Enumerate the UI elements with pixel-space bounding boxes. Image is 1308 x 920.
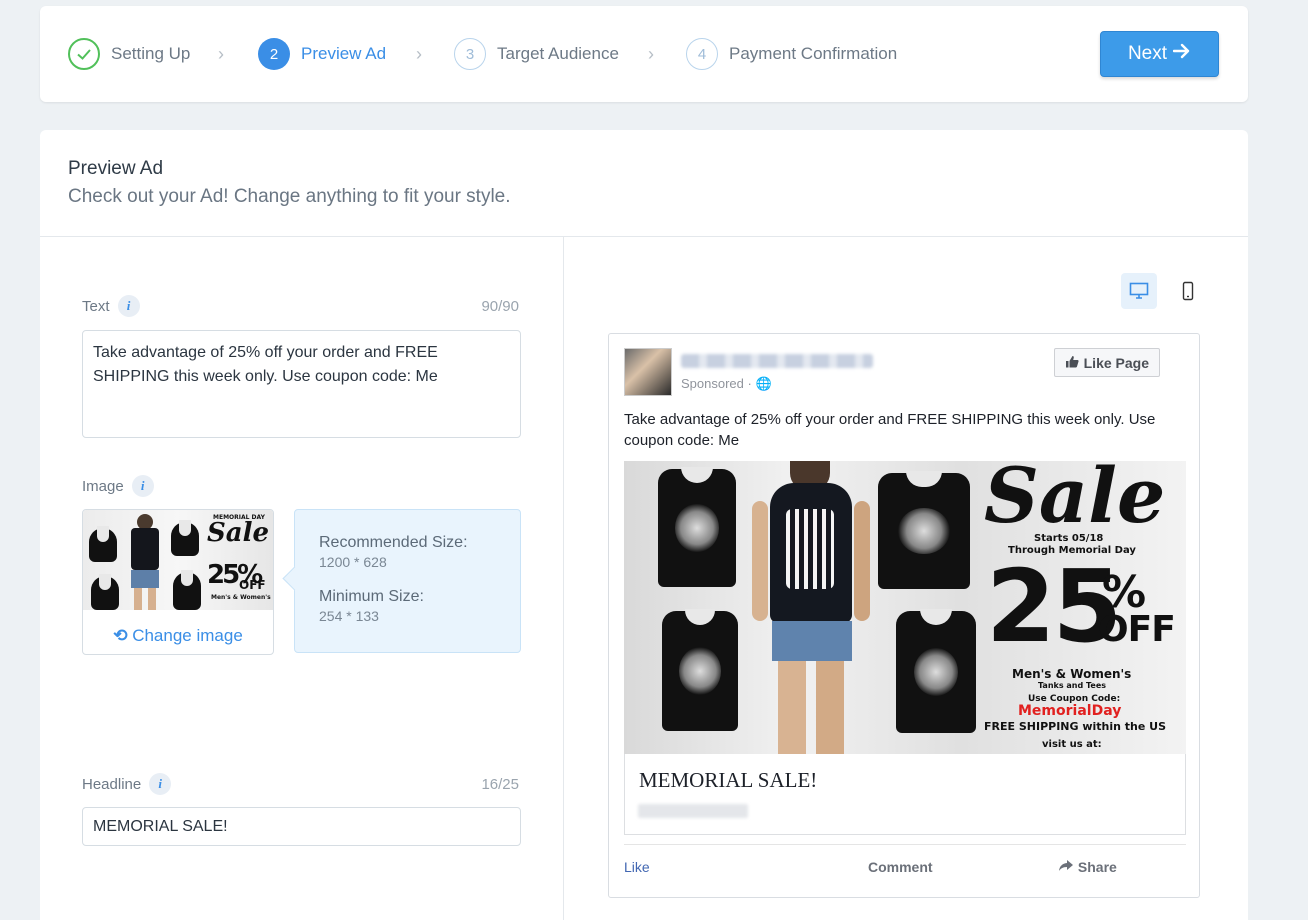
ad-link-box[interactable]: MEMORIAL SALE! xyxy=(624,754,1186,835)
ad-image-thumbnail: MEMORIAL DAY Sale 25% OFF Men's & Women'… xyxy=(83,510,273,610)
preview-ad-panel: Preview Ad Check out your Ad! Change any… xyxy=(40,130,1248,920)
step-preview-ad[interactable]: 2 Preview Ad xyxy=(258,38,386,70)
desktop-view-toggle[interactable] xyxy=(1121,273,1157,309)
like-page-button[interactable]: Like Page xyxy=(1053,348,1160,377)
chevron-right-icon: › xyxy=(218,44,224,64)
headline-input[interactable]: MEMORIAL SALE! xyxy=(82,807,521,846)
sale-text: Sale xyxy=(984,461,1166,540)
thumb-mens-text: Men's & Women's xyxy=(211,594,271,601)
ad-url-blurred xyxy=(638,804,748,818)
arrow-right-icon xyxy=(1172,43,1191,65)
step-number: 3 xyxy=(454,38,486,70)
next-button[interactable]: Next xyxy=(1100,31,1219,77)
mens-womens-text: Men's & Women's xyxy=(1012,667,1132,681)
page-name-blurred xyxy=(681,354,873,368)
recommended-size-value: 1200 * 628 xyxy=(319,554,387,570)
share-icon xyxy=(1058,859,1078,875)
image-label: Image xyxy=(82,477,124,495)
facebook-ad-preview: Sponsored · 🌐 Like Page Take advantage o… xyxy=(608,333,1200,898)
info-icon[interactable]: i xyxy=(149,773,172,795)
like-action[interactable]: Like xyxy=(624,859,650,875)
sponsored-text: Sponsored · xyxy=(681,376,756,391)
change-image-label: Change image xyxy=(132,626,243,645)
step-label: Target Audience xyxy=(497,44,619,63)
globe-icon: 🌐 xyxy=(755,376,772,391)
page-avatar xyxy=(624,348,672,396)
refresh-icon: ⟲ xyxy=(113,626,128,645)
change-image-button[interactable]: ⟲ Change image xyxy=(83,626,273,646)
coupon-code-text: MemorialDay xyxy=(1018,703,1122,719)
step-label: Setting Up xyxy=(111,44,191,63)
off-text: OFF xyxy=(1098,609,1176,650)
image-size-tooltip: Recommended Size: 1200 * 628 Minimum Siz… xyxy=(294,509,521,653)
headline-field-label: Headline i xyxy=(82,773,172,795)
headline-label: Headline xyxy=(82,775,142,793)
post-actions: Like Comment Share xyxy=(624,844,1186,890)
step-payment-confirmation[interactable]: 4 Payment Confirmation xyxy=(686,38,897,70)
headline-counter: 16/25 xyxy=(481,776,519,793)
ad-image: Sale Starts 05/18 Through Memorial Day 2… xyxy=(624,461,1186,754)
share-label: Share xyxy=(1077,859,1117,875)
panel-subtitle: Check out your Ad! Change anything to fi… xyxy=(68,186,511,207)
thumbs-up-icon xyxy=(1065,355,1079,371)
panel-header: Preview Ad Check out your Ad! Change any… xyxy=(40,130,1248,237)
dates-text: Starts 05/18 xyxy=(1034,533,1104,544)
share-action[interactable]: Share xyxy=(1058,859,1117,875)
step-label: Preview Ad xyxy=(301,44,387,63)
ad-editor: Text i 90/90 Take advantage of 25% off y… xyxy=(40,237,564,920)
thumb-off-text: OFF xyxy=(239,578,266,592)
step-number: 2 xyxy=(258,38,290,70)
free-shipping-text: FREE SHIPPING within the US xyxy=(984,720,1167,733)
visit-text: visit us at: xyxy=(1042,739,1102,750)
ad-headline: MEMORIAL SALE! xyxy=(639,768,818,792)
comment-action[interactable]: Comment xyxy=(868,859,933,875)
chevron-right-icon: › xyxy=(648,44,654,64)
text-counter: 90/90 xyxy=(481,298,519,315)
minimum-size-label: Minimum Size: xyxy=(319,588,424,605)
checkmark-icon xyxy=(68,38,100,70)
chevron-right-icon: › xyxy=(416,44,422,64)
sponsored-label: Sponsored · 🌐 xyxy=(681,376,772,392)
image-picker[interactable]: MEMORIAL DAY Sale 25% OFF Men's & Women'… xyxy=(82,509,274,655)
tanks-tees-text: Tanks and Tees xyxy=(1038,681,1106,690)
step-target-audience[interactable]: 3 Target Audience xyxy=(454,38,619,70)
panel-title: Preview Ad xyxy=(68,158,164,179)
thumb-sale-text: Sale xyxy=(207,518,270,548)
info-icon[interactable]: i xyxy=(131,475,154,497)
minimum-size-value: 254 * 133 xyxy=(319,608,379,624)
info-icon[interactable]: i xyxy=(117,295,140,317)
step-number: 4 xyxy=(686,38,718,70)
mobile-view-toggle[interactable] xyxy=(1170,273,1206,309)
recommended-size-label: Recommended Size: xyxy=(319,534,468,551)
mobile-phone-icon xyxy=(1182,281,1194,301)
next-button-label: Next xyxy=(1127,43,1168,64)
step-setting-up[interactable]: Setting Up xyxy=(68,38,190,70)
step-label: Payment Confirmation xyxy=(729,44,898,63)
desktop-icon xyxy=(1129,282,1149,299)
ad-body-text: Take advantage of 25% off your order and… xyxy=(624,411,1156,449)
text-field-label: Text i xyxy=(82,295,140,317)
image-field-label: Image i xyxy=(82,475,154,497)
text-label: Text xyxy=(82,297,110,315)
ad-text-input[interactable]: Take advantage of 25% off your order and… xyxy=(82,330,521,438)
like-page-label: Like Page xyxy=(1083,354,1149,371)
wizard-stepper: Setting Up › 2 Preview Ad › 3 Target Aud… xyxy=(40,6,1248,102)
